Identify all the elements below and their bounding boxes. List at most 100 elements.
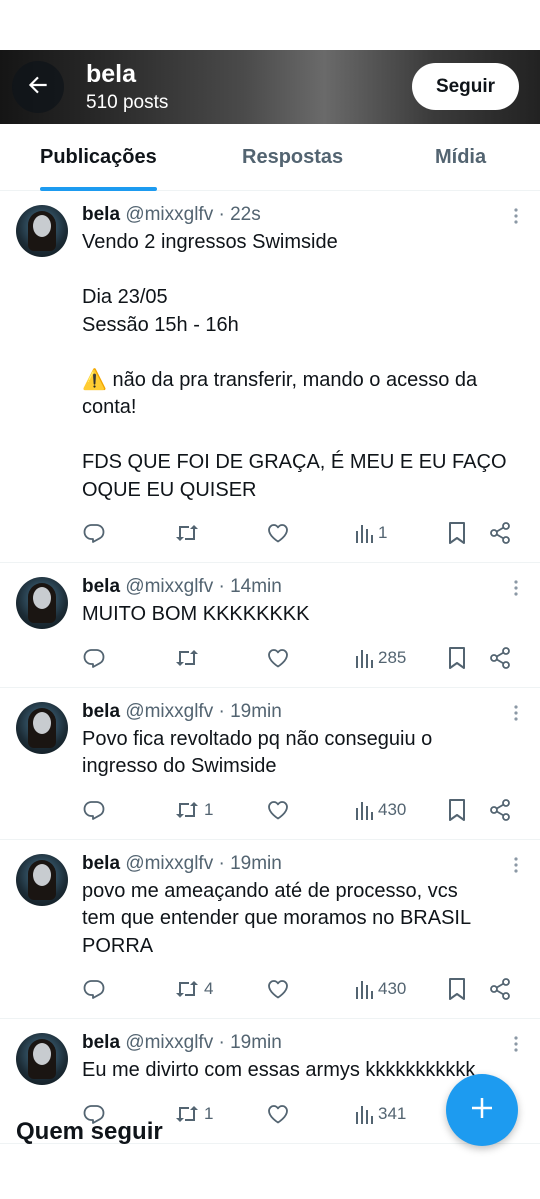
post-author-name[interactable]: bela — [82, 701, 120, 722]
profile-header: bela 510 posts Seguir — [0, 50, 540, 124]
views-count: 341 — [378, 1103, 407, 1123]
share-button[interactable] — [488, 504, 512, 562]
avatar[interactable] — [16, 853, 68, 906]
like-button[interactable] — [266, 629, 290, 687]
bookmark-button[interactable] — [446, 629, 468, 687]
bookmark-button[interactable] — [446, 960, 468, 1018]
post-text-line: conta! — [82, 396, 137, 418]
post-text-line: Vendo 2 ingressos Swimside — [82, 231, 338, 253]
post[interactable]: bela @mixxglfv · 19min Povo fica revolta… — [0, 688, 540, 840]
views-button[interactable]: 430 — [354, 781, 406, 839]
post[interactable]: bela @mixxglfv · 14min MUITO BOM KKKKKKK… — [0, 563, 540, 688]
reply-icon — [82, 646, 106, 670]
post-author-name[interactable]: bela — [82, 1032, 120, 1053]
views-count: 285 — [378, 647, 407, 667]
retweet-button[interactable]: 1 — [174, 781, 213, 839]
post-text-line: Dia 23/05 — [82, 286, 168, 308]
post-text-line: MUITO BOM KKKKKKKK — [82, 603, 310, 625]
reply-button[interactable] — [82, 629, 106, 687]
bookmark-icon — [446, 521, 468, 545]
reply-icon — [82, 977, 106, 1001]
views-button[interactable]: 285 — [354, 629, 406, 687]
back-button[interactable] — [12, 61, 64, 113]
profile-tabs: Publicações Respostas Mídia — [0, 124, 540, 191]
retweet-button[interactable] — [174, 504, 204, 562]
like-icon — [266, 1102, 290, 1126]
more-icon[interactable] — [514, 1036, 518, 1057]
like-button[interactable] — [266, 781, 290, 839]
bookmark-button[interactable] — [446, 781, 468, 839]
reply-icon — [82, 521, 106, 545]
more-icon[interactable] — [514, 208, 518, 229]
retweet-button[interactable] — [174, 629, 204, 687]
post-text-line — [82, 422, 524, 450]
share-button[interactable] — [488, 960, 512, 1018]
like-icon — [266, 646, 290, 670]
avatar[interactable] — [16, 701, 68, 754]
post-body: bela @mixxglfv · 19min Povo fica revolta… — [82, 700, 524, 839]
views-icon — [354, 648, 374, 668]
post-text-line: Sessão 15h - 16h — [82, 313, 239, 336]
post-text-line: povo me ameaçando até de processo, vcs — [82, 879, 458, 902]
plus-icon — [467, 1093, 497, 1128]
retweet-count: 1 — [204, 1103, 214, 1123]
tab-label: Respostas — [242, 146, 344, 168]
post-text: Eu me divirto com essas armys kkkkkkkkkk… — [82, 1057, 524, 1085]
views-count: 430 — [378, 979, 407, 998]
avatar[interactable] — [16, 205, 68, 257]
like-button[interactable] — [266, 960, 290, 1018]
like-icon — [266, 521, 290, 545]
retweet-button[interactable]: 4 — [174, 960, 213, 1018]
post-text-line: ⚠️ não da pra transferir, mando o acesso… — [82, 368, 478, 391]
follow-button[interactable]: Seguir — [412, 63, 519, 110]
views-button[interactable]: 341 — [354, 1085, 406, 1143]
retweet-button[interactable]: 1 — [174, 1085, 213, 1143]
more-icon[interactable] — [514, 580, 518, 601]
like-button[interactable] — [266, 504, 290, 562]
reply-button[interactable] — [82, 960, 106, 1018]
post-text-line: tem que entender que moramos no BRASIL — [82, 907, 472, 929]
tab-midia[interactable]: Mídia — [435, 124, 486, 191]
post-author-name[interactable]: bela — [82, 853, 120, 874]
post[interactable]: bela @mixxglfv · 19min povo me ameaçando… — [0, 840, 540, 1019]
more-icon[interactable] — [514, 704, 518, 726]
post-header: bela @mixxglfv · 19min — [82, 852, 524, 876]
retweet-count: 1 — [204, 799, 214, 819]
views-icon — [354, 1104, 374, 1124]
avatar[interactable] — [16, 577, 68, 629]
retweet-count: 4 — [204, 979, 214, 998]
post[interactable]: bela @mixxglfv · 22s Vendo 2 ingressos S… — [0, 191, 540, 563]
avatar[interactable] — [16, 1033, 68, 1085]
views-button[interactable]: 1 — [354, 504, 387, 562]
retweet-icon — [174, 1102, 200, 1126]
header-info: bela 510 posts — [86, 59, 168, 115]
bookmark-button[interactable] — [446, 504, 468, 562]
tab-label: Mídia — [435, 146, 487, 168]
post-text: povo me ameaçando até de processo, vcs te… — [82, 878, 524, 961]
retweet-icon — [174, 646, 200, 670]
share-icon — [488, 798, 512, 822]
reply-button[interactable] — [82, 504, 106, 562]
post-author-meta: @mixxglfv · 19min — [125, 852, 282, 874]
tab-respostas[interactable]: Respostas — [242, 124, 343, 191]
post-author-name[interactable]: bela — [82, 204, 120, 225]
post-author-name[interactable]: bela — [82, 576, 120, 597]
who-to-follow-heading: Quem seguir — [16, 1118, 163, 1145]
retweet-icon — [174, 977, 200, 1001]
post-header: bela @mixxglfv · 19min — [82, 1031, 524, 1055]
share-button[interactable] — [488, 781, 512, 839]
views-button[interactable]: 430 — [354, 960, 406, 1018]
share-button[interactable] — [488, 629, 512, 687]
reply-button[interactable] — [82, 781, 106, 839]
tab-label: Publicações — [40, 146, 157, 168]
compose-button[interactable] — [446, 1074, 518, 1146]
tab-publicacoes[interactable]: Publicações — [40, 124, 157, 191]
post-author-meta: @mixxglfv · 22s — [125, 204, 261, 225]
post-actions: 1 430 — [82, 781, 524, 839]
like-button[interactable] — [266, 1085, 290, 1143]
more-icon[interactable] — [514, 856, 518, 878]
profile-name: bela — [86, 60, 137, 88]
post-text: Povo fica revoltado pq não conseguiu o in… — [82, 726, 524, 781]
post-text-line: ingresso do Swimside — [82, 755, 277, 777]
views-count: 430 — [378, 799, 407, 819]
